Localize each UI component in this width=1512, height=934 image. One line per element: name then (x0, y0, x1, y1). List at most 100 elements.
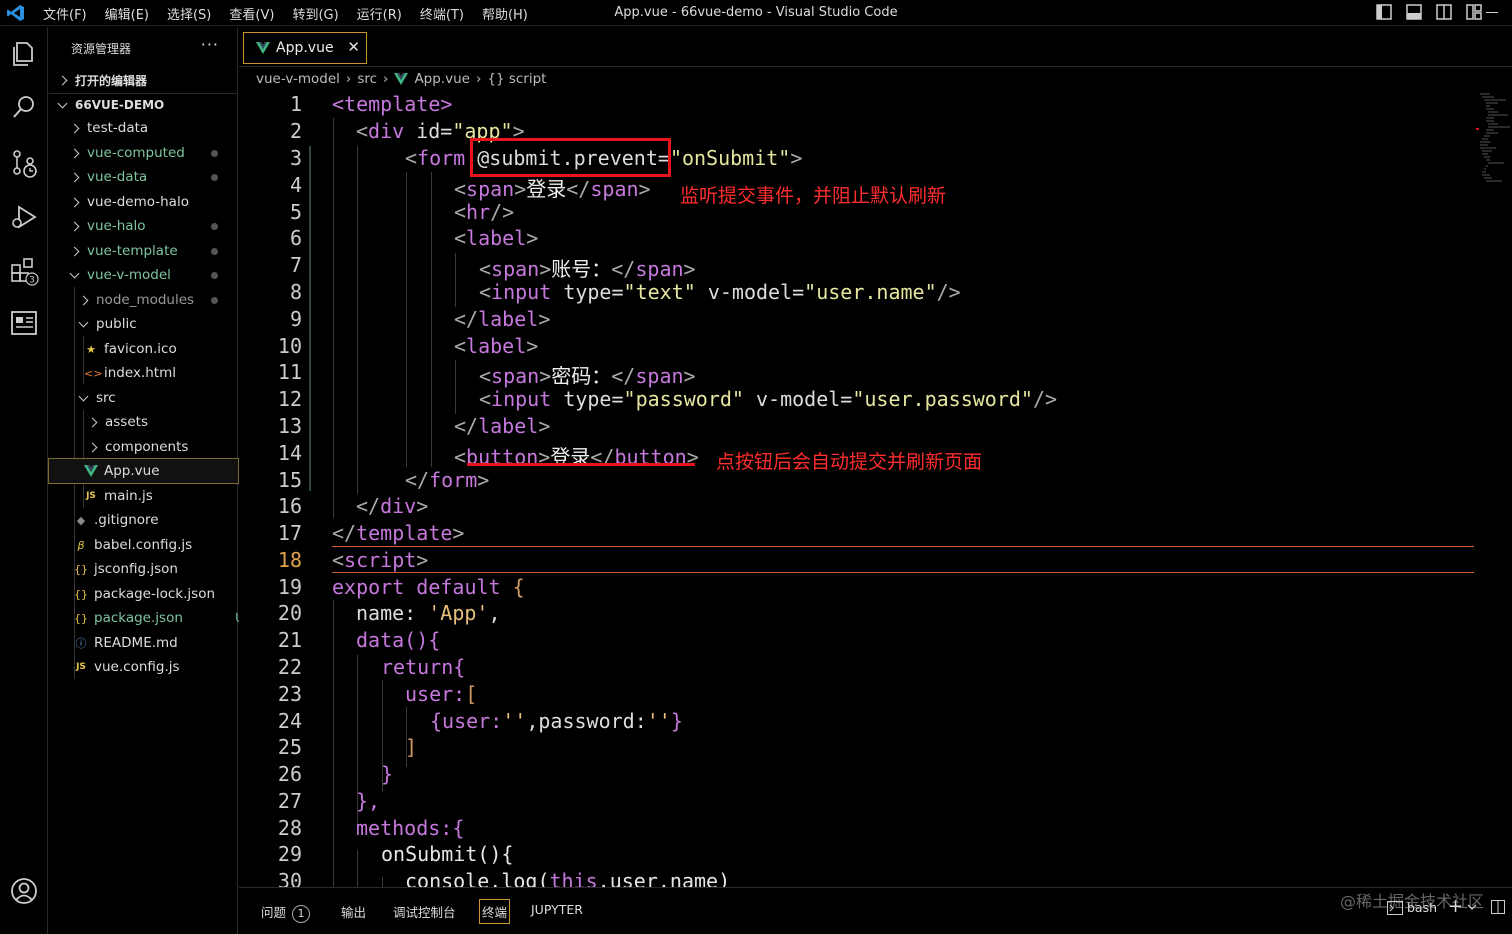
tab-jupyter[interactable]: JUPYTER (531, 902, 583, 917)
toggle-sidebar-icon[interactable] (1376, 4, 1392, 20)
line-number: 16 (277, 494, 302, 518)
line-number: 17 (277, 521, 302, 545)
run-debug-icon[interactable] (8, 201, 40, 233)
highlight-box (470, 138, 671, 177)
split-terminal-icon[interactable] (1491, 900, 1505, 914)
folder-vue-demo-halo[interactable]: vue-demo-halo (69, 190, 260, 214)
line-number: 10 (277, 334, 302, 358)
folder-vue-computed[interactable]: vue-computed (69, 141, 260, 165)
folder-label: assets (105, 414, 148, 430)
file-package-lock[interactable]: {} package-lock.json (74, 582, 263, 606)
chevron-right-icon (78, 295, 89, 305)
code-token: v-model= (756, 387, 853, 411)
file-app-vue[interactable]: App.vue (48, 458, 239, 484)
layout-controls (1376, 4, 1482, 20)
source-control-icon[interactable] (8, 147, 40, 179)
breadcrumb-file[interactable]: App.vue (414, 71, 470, 87)
line-number: 20 (277, 601, 302, 625)
tab-label: 问题 (261, 905, 287, 920)
tab-app-vue[interactable]: App.vue ✕ (243, 32, 367, 64)
search-icon[interactable] (8, 91, 40, 123)
annotation-submit: 监听提交事件，并阻止默认刷新 (680, 185, 947, 207)
file-label: .gitignore (94, 512, 159, 528)
code-token: id= (416, 119, 453, 143)
folder-root[interactable]: 66VUE-DEMO (57, 93, 248, 117)
star-icon: ★ (86, 342, 96, 356)
file-readme[interactable]: ⓘ README.md (74, 631, 263, 655)
code-token: {user: (430, 709, 503, 733)
minimap[interactable] (1476, 90, 1512, 190)
new-terminal-button[interactable]: + (1448, 896, 1463, 917)
code-token: "user.name" (804, 280, 937, 304)
code-line: onSubmit(){ (381, 842, 513, 866)
tab-problems[interactable]: 问题 1 (261, 902, 311, 923)
breadcrumb-symbol[interactable]: {} script (487, 71, 546, 87)
modified-dot (211, 149, 218, 157)
breadcrumb-src[interactable]: src (357, 71, 377, 87)
code-line: </label> (454, 414, 551, 438)
chevron-right-icon: › (383, 71, 389, 87)
file-jsconfig[interactable]: {} jsconfig.json (74, 557, 263, 581)
code-token: v-model= (707, 280, 805, 304)
chevron-down-icon (78, 317, 89, 327)
folder-vue-v-model[interactable]: vue-v-model (69, 263, 260, 287)
chevron-right-icon (69, 221, 80, 231)
explorer-icon[interactable] (8, 37, 40, 69)
panel-bar: 问题 1 输出 调试控制台 终端 JUPYTER @稀土掘金技术社区 bash + (239, 887, 1512, 934)
code-line: } (381, 762, 393, 786)
minimize-button[interactable] (1472, 0, 1512, 26)
toggle-panel-icon[interactable] (1406, 4, 1422, 20)
line-number: 15 (277, 468, 302, 492)
code-editor[interactable]: 1 2 3 4 5 6 7 8 9 10 11 12 13 14 15 16 1… (239, 90, 1512, 887)
folder-vue-template[interactable]: vue-template (69, 239, 260, 263)
folder-vue-halo[interactable]: vue-halo (69, 214, 260, 238)
folder-test-data[interactable]: test-data (69, 116, 260, 140)
code-token: [ (465, 682, 478, 706)
file-package-json[interactable]: {}package.jsonU (74, 606, 263, 630)
file-vue-config[interactable]: JS vue.config.js (74, 655, 263, 679)
js-file-icon: JS (86, 491, 96, 501)
terminal-shell-selector[interactable]: bash (1387, 900, 1437, 915)
line-number: 23 (277, 682, 302, 706)
file-gitignore[interactable]: ◆ .gitignore (74, 508, 263, 532)
code-token: '' (502, 709, 527, 733)
line-number: 25 (277, 735, 302, 759)
extensions-icon[interactable]: 3 (8, 255, 40, 287)
code-token: "text" (623, 280, 696, 304)
vue-file-icon (394, 73, 409, 85)
code-token: return{ (381, 655, 466, 679)
chevron-down-icon[interactable] (1467, 902, 1477, 912)
code-token: 登录 (526, 177, 567, 201)
tab-debug-console[interactable]: 调试控制台 (393, 902, 456, 921)
explorer-more-button[interactable]: ··· (201, 35, 219, 54)
folder-vue-data[interactable]: vue-data (69, 165, 260, 189)
open-editors-section[interactable]: 打开的编辑器 (57, 68, 248, 92)
line-number: 14 (277, 441, 302, 465)
line-number-current: 18 (277, 548, 302, 572)
modified-dot (211, 296, 218, 304)
activity-bar: 3 (0, 27, 48, 934)
shell-label: bash (1407, 900, 1438, 915)
code-line: user:[ (405, 682, 477, 706)
file-label: vue.config.js (94, 659, 180, 675)
line-number: 3 (289, 146, 302, 170)
code-token: console.log( (405, 869, 550, 887)
tab-output[interactable]: 输出 (341, 902, 366, 921)
tab-terminal[interactable]: 终端 (479, 899, 511, 924)
line-number: 7 (289, 253, 302, 277)
vue-file-icon (256, 42, 270, 54)
code-token: div (368, 119, 405, 143)
chevron-right-icon (57, 75, 68, 85)
line-number: 4 (289, 173, 302, 197)
code-line: methods:{ (356, 816, 464, 840)
remote-explorer-icon[interactable] (8, 307, 40, 339)
account-icon[interactable] (8, 875, 40, 907)
breadcrumb-folder[interactable]: vue-v-model (256, 71, 340, 87)
code-token: } (670, 709, 683, 733)
code-line: export default { (332, 575, 525, 599)
file-babel-config[interactable]: β babel.config.js (74, 533, 263, 557)
code-line: return{ (381, 655, 465, 679)
close-icon[interactable]: ✕ (347, 38, 360, 56)
toggle-secondary-sidebar-icon[interactable] (1436, 4, 1452, 20)
code-line: <template> (332, 92, 452, 116)
